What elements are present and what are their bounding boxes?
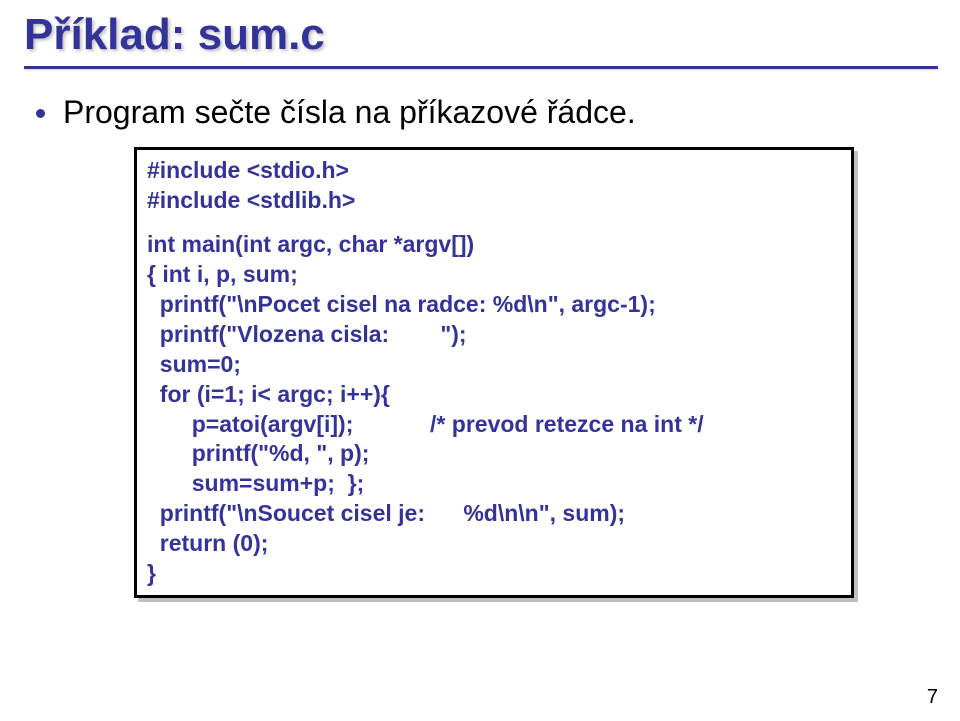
bullet-item: Program sečte čísla na příkazové řádce. [36,93,938,131]
code-line: sum=sum+p; }; [147,469,841,499]
code-line: { int i, p, sum; [147,260,841,290]
blank-line [147,216,841,230]
code-line: p=atoi(argv[i]); /* prevod retezce na in… [147,410,841,440]
code-line: printf("Vlozena cisla: "); [147,320,841,350]
code-line: printf("\nSoucet cisel je: %d\n\n", sum)… [147,499,841,529]
slide: Příklad: sum.c Program sečte čísla na př… [0,0,960,721]
code-line: printf("\nPocet cisel na radce: %d\n", a… [147,290,841,320]
code-line: return (0); [147,529,841,559]
code-line: printf("%d, ", p); [147,439,841,469]
code-line: int main(int argc, char *argv[]) [147,230,841,260]
bullet-text: Program sečte čísla na příkazové řádce. [63,93,636,131]
page-number: 7 [927,686,938,709]
code-block: #include <stdio.h> #include <stdlib.h> i… [134,147,854,597]
title-underline [24,66,938,69]
code-line: #include <stdlib.h> [147,186,841,216]
code-line: sum=0; [147,350,841,380]
slide-title: Příklad: sum.c [22,10,938,60]
code-line: #include <stdio.h> [147,156,841,186]
bullet-dot-icon [36,109,45,118]
code-line: for (i=1; i< argc; i++){ [147,380,841,410]
code-line: } [147,559,841,589]
